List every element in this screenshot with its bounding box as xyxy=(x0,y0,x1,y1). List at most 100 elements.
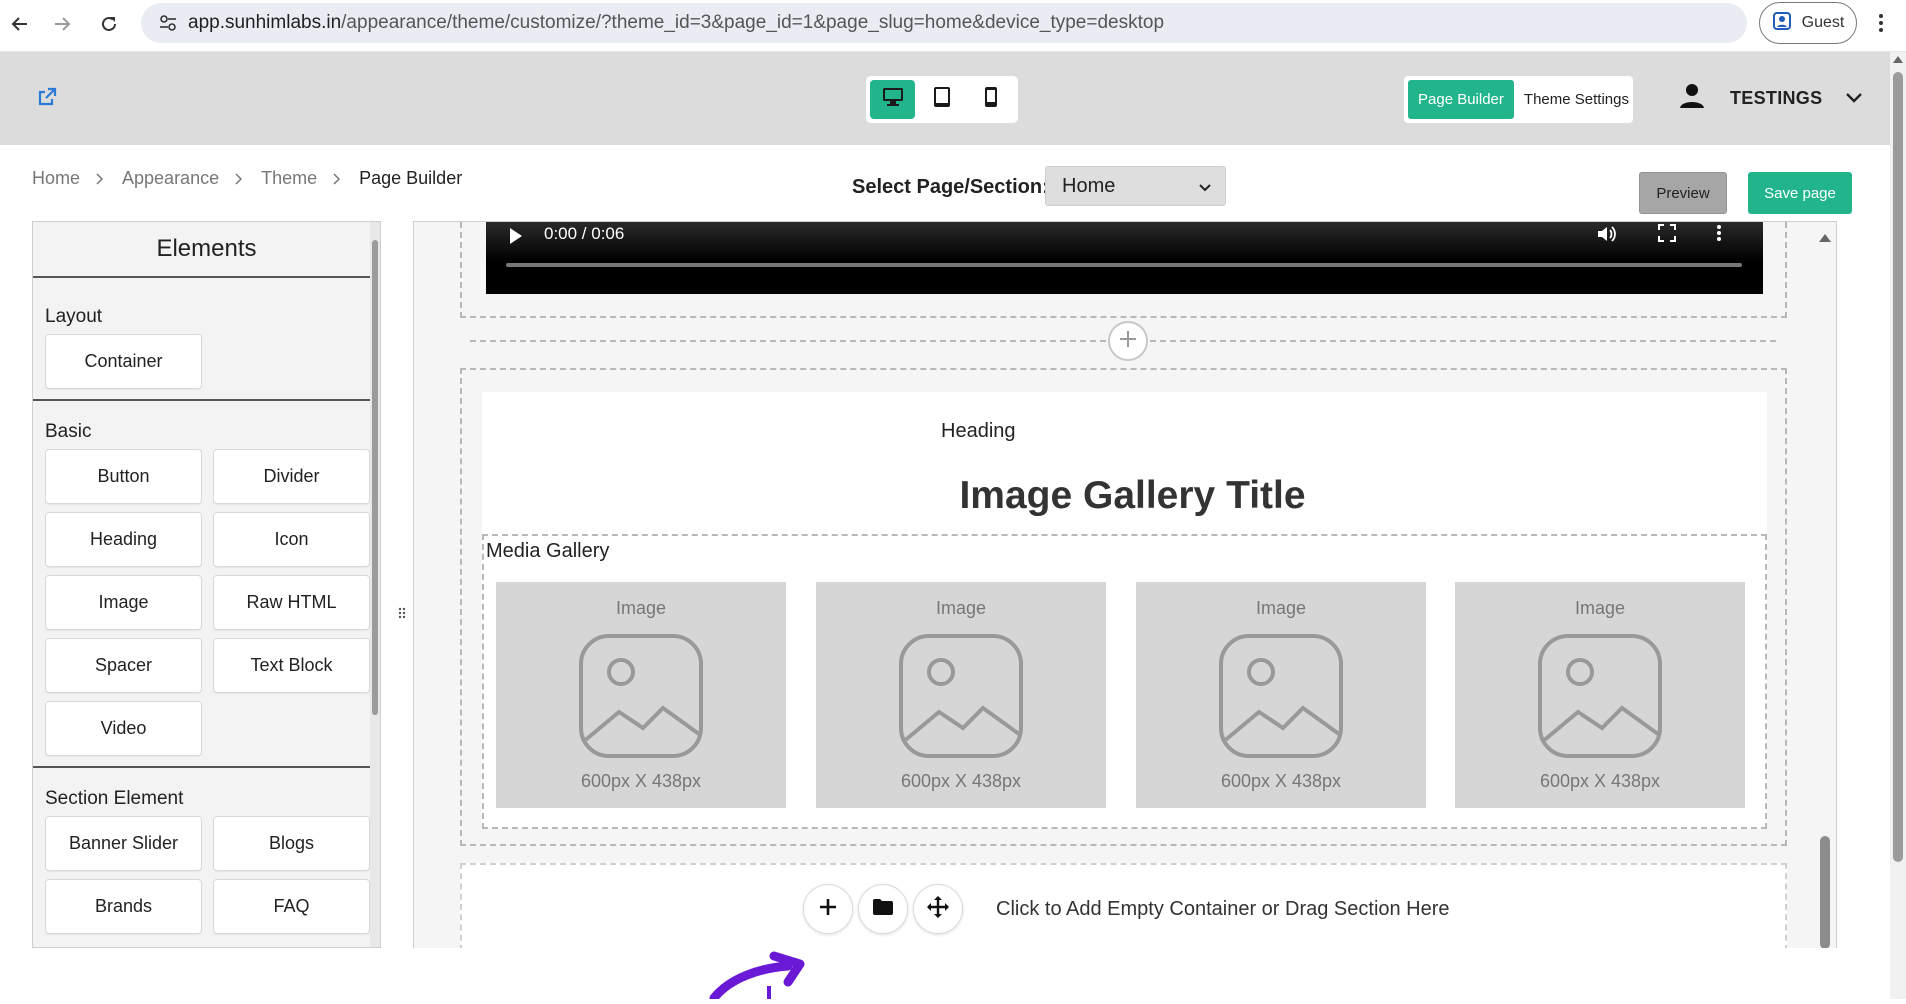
gallery-image-tile[interactable]: Image 600px X 438px xyxy=(816,582,1106,808)
image-placeholder-icon xyxy=(1217,632,1345,765)
address-bar[interactable]: app.sunhimlabs.in/appearance/theme/custo… xyxy=(141,3,1747,43)
scroll-up-icon[interactable] xyxy=(1893,56,1903,63)
gallery-title[interactable]: Image Gallery Title xyxy=(482,474,1767,518)
preview-button[interactable]: Preview xyxy=(1639,172,1727,214)
add-section-hint: Click to Add Empty Container or Drag Sec… xyxy=(996,898,1450,920)
breadcrumb-home[interactable]: Home xyxy=(32,168,80,189)
fullscreen-icon[interactable] xyxy=(1658,224,1676,247)
element-video[interactable]: Video xyxy=(45,701,202,756)
user-icon xyxy=(1678,82,1706,115)
element-blogs[interactable]: Blogs xyxy=(213,816,370,871)
media-gallery[interactable]: Media Gallery Image 600px X 438px Image … xyxy=(482,534,1767,829)
desktop-view-button[interactable] xyxy=(870,80,916,119)
plus-icon xyxy=(1118,329,1138,354)
element-raw-html[interactable]: Raw HTML xyxy=(213,575,370,630)
open-saved-sections-button[interactable] xyxy=(858,884,908,934)
gallery-image-tile[interactable]: Image 600px X 438px xyxy=(496,582,786,808)
element-button[interactable]: Button xyxy=(45,449,202,504)
chevron-right-icon xyxy=(96,172,106,186)
page-select-label: Select Page/Section: xyxy=(852,176,1049,198)
back-icon[interactable] xyxy=(6,10,34,38)
drag-section-button[interactable] xyxy=(913,884,963,934)
profile-button[interactable]: Guest xyxy=(1759,2,1857,44)
image-placeholder-icon xyxy=(577,632,705,765)
scroll-up-icon[interactable] xyxy=(1819,234,1831,242)
elements-panel: Elements Layout Container Basic Button D… xyxy=(32,221,381,948)
element-spacer[interactable]: Spacer xyxy=(45,638,202,693)
mobile-view-button[interactable] xyxy=(969,80,1014,119)
chevron-right-icon xyxy=(333,172,343,186)
chevron-down-icon xyxy=(1846,90,1863,108)
profile-label: Guest xyxy=(1801,14,1845,31)
mode-switcher: Page Builder Theme Settings xyxy=(1404,76,1633,123)
video-progress-bar[interactable] xyxy=(506,263,1742,267)
video-section[interactable]: 0:00 / 0:06 xyxy=(460,222,1787,318)
gallery-image-tile[interactable]: Image 600px X 438px xyxy=(1455,582,1745,808)
heading-text[interactable]: Heading xyxy=(941,420,1016,443)
tile-size: 600px X 438px xyxy=(580,771,702,791)
breadcrumb-current: Page Builder xyxy=(359,168,463,188)
annotation-arrow-icon xyxy=(700,926,820,1003)
page-builder-tab[interactable]: Page Builder xyxy=(1408,80,1514,119)
element-container[interactable]: Container xyxy=(45,334,202,389)
element-image[interactable]: Image xyxy=(45,575,202,630)
resize-handle-icon[interactable] xyxy=(397,604,407,622)
element-faq[interactable]: FAQ xyxy=(213,879,370,934)
image-placeholder-icon xyxy=(1536,632,1664,765)
breadcrumb-appearance[interactable]: Appearance xyxy=(122,168,219,189)
user-name: TESTINGS xyxy=(1730,88,1823,108)
profile-icon xyxy=(1772,11,1792,36)
element-group-basic: Basic Button Divider Heading Icon Image … xyxy=(33,401,380,768)
element-brands[interactable]: Brands xyxy=(45,879,202,934)
page-select[interactable]: Home xyxy=(1045,166,1226,206)
desktop-icon xyxy=(882,87,904,112)
reload-icon[interactable] xyxy=(95,10,123,38)
more-options-icon[interactable] xyxy=(1716,224,1722,247)
move-icon xyxy=(927,895,949,923)
page-select-value: Home xyxy=(1062,174,1116,197)
gallery-image-tile[interactable]: Image 600px X 438px xyxy=(1136,582,1426,808)
theme-settings-tab[interactable]: Theme Settings xyxy=(1514,80,1639,119)
elements-panel-title: Elements xyxy=(33,222,380,278)
group-title: Section Element xyxy=(45,788,184,809)
video-time: 0:00 / 0:06 xyxy=(544,224,625,243)
add-section-dropzone[interactable]: Click to Add Empty Container or Drag Sec… xyxy=(460,863,1787,948)
element-heading[interactable]: Heading xyxy=(45,512,202,567)
page-scrollbar[interactable] xyxy=(1890,52,1906,999)
panel-scrollbar[interactable] xyxy=(370,222,380,947)
canvas-scrollbar[interactable] xyxy=(1814,222,1836,948)
section-divider xyxy=(470,321,1776,361)
tablet-icon xyxy=(933,86,951,113)
group-title: Basic xyxy=(45,421,92,442)
tile-label: Image xyxy=(935,598,987,618)
add-section-button[interactable] xyxy=(1108,321,1148,361)
plus-icon xyxy=(819,898,837,921)
builder-canvas: 0:00 / 0:06 Heading Image Gallery Title … xyxy=(413,221,1837,948)
mobile-icon xyxy=(984,86,998,113)
element-divider[interactable]: Divider xyxy=(213,449,370,504)
element-banner-slider[interactable]: Banner Slider xyxy=(45,816,202,871)
element-group-layout: Layout Container xyxy=(33,278,380,401)
element-group-section: Section Element Banner Slider Blogs Bran… xyxy=(33,768,380,944)
tablet-view-button[interactable] xyxy=(919,80,964,119)
tile-label: Image xyxy=(615,598,667,618)
breadcrumb-theme[interactable]: Theme xyxy=(261,168,317,189)
element-icon[interactable]: Icon xyxy=(213,512,370,567)
external-link-icon[interactable] xyxy=(36,86,60,110)
breadcrumb: Home Appearance Theme Page Builder xyxy=(32,168,462,189)
user-menu[interactable]: TESTINGS xyxy=(1678,82,1863,115)
group-title: Layout xyxy=(45,306,103,327)
kebab-menu-icon[interactable] xyxy=(1871,10,1891,36)
play-icon[interactable] xyxy=(508,226,524,251)
element-text-block[interactable]: Text Block xyxy=(213,638,370,693)
volume-icon[interactable] xyxy=(1596,224,1618,249)
tile-label: Image xyxy=(1574,598,1626,618)
save-page-button[interactable]: Save page xyxy=(1748,172,1852,214)
tile-size: 600px X 438px xyxy=(900,771,1022,791)
tile-label: Image xyxy=(1255,598,1307,618)
app-header: Page Builder Theme Settings TESTINGS xyxy=(0,52,1890,145)
forward-icon[interactable] xyxy=(48,10,76,38)
gallery-section[interactable]: Heading Image Gallery Title Media Galler… xyxy=(460,368,1787,846)
site-info-icon[interactable] xyxy=(156,11,180,35)
video-player[interactable]: 0:00 / 0:06 xyxy=(486,222,1763,294)
